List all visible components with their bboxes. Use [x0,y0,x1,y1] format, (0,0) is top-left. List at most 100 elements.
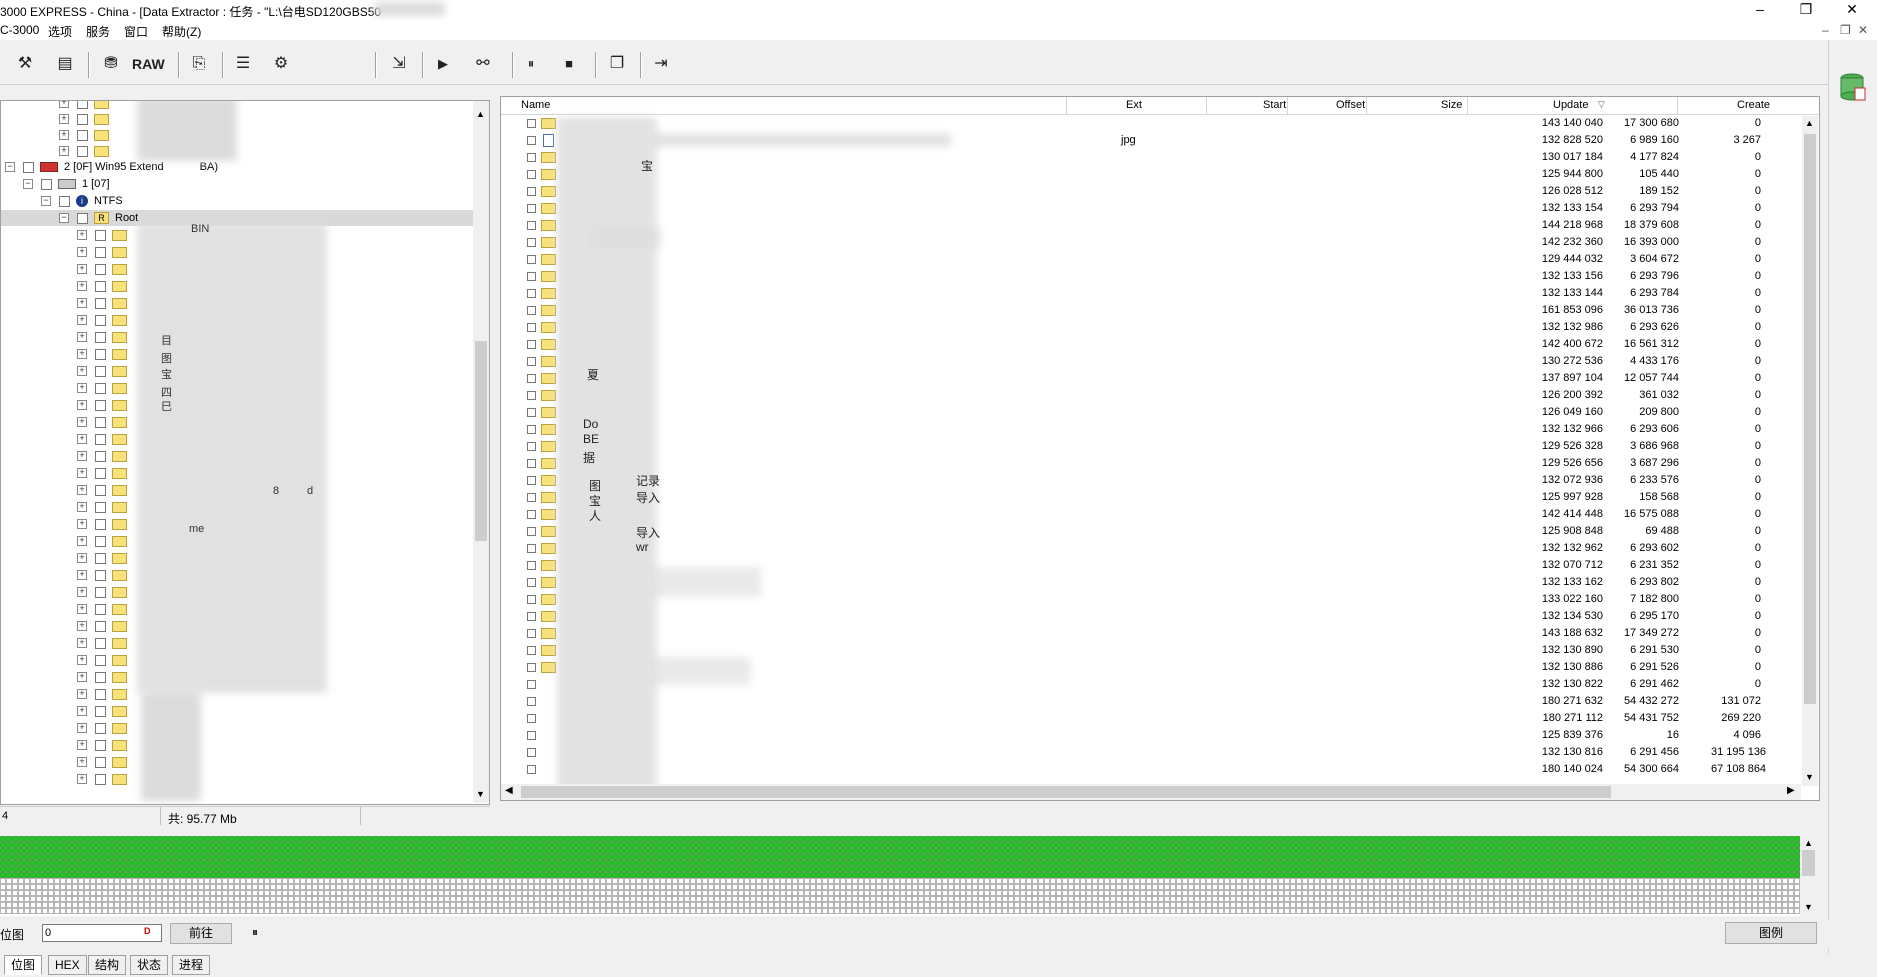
expand-icon[interactable]: + [59,146,69,157]
row-checkbox[interactable] [527,493,536,502]
table-row[interactable]: 132 130 816 6 291 456 31 195 136 05/01/1… [501,744,1801,761]
tree-node-folder[interactable]: + [77,737,133,753]
tree-node-folder[interactable]: + [77,618,133,634]
col-create[interactable]: Create [1737,99,1770,111]
table-row[interactable]: 126 028 512 189 152 0 06/10/20 13:24:25 … [501,183,1801,200]
tree-node-folder[interactable]: + [77,703,133,719]
play-icon[interactable]: ▶ [430,51,456,77]
expand-icon[interactable]: + [77,519,87,530]
scroll-up-icon[interactable]: ▲ [476,109,485,119]
mdi-restore-button[interactable]: ❐ [1840,23,1851,37]
row-checkbox[interactable] [527,459,536,468]
tree-node-partition[interactable]: −2 [0F] Win95 Extend BA) [5,159,218,175]
expand-icon[interactable]: + [77,468,87,479]
mdi-close-button[interactable]: ✕ [1858,23,1868,37]
tree-checkbox[interactable] [95,773,106,785]
legend-button[interactable]: 图例 [1725,922,1817,944]
tree-icon[interactable]: ⚯ [470,51,496,77]
table-row[interactable]: 129 444 032 3 604 672 0 16/08/20 21:58:0… [501,251,1801,268]
tree-node-folder[interactable]: + [77,295,133,311]
row-checkbox[interactable] [527,663,536,672]
menu-c3000[interactable]: C-3000 [0,23,39,37]
column-divider[interactable] [1366,97,1367,114]
expand-icon[interactable]: + [77,740,87,751]
table-row[interactable]: 180 271 112 54 431 752 269 220 05/01/18 … [501,710,1801,727]
row-checkbox[interactable] [527,136,536,145]
tree-checkbox[interactable] [95,688,106,700]
menu-window[interactable]: 窗口 [124,23,148,40]
windows-icon[interactable]: ❐ [604,51,630,77]
tree-node-folder[interactable]: + [77,482,133,498]
col-update[interactable]: Update [1553,99,1588,111]
table-row[interactable]: 130 017 184 4 177 824 0 06/10/20 13:41:4… [501,149,1801,166]
tree-node-folder[interactable]: + [77,601,133,617]
bitmap-scrollbar[interactable]: ▲ ▼ [1800,836,1817,916]
table-row[interactable]: 125 997 928 158 568 0 19/12/19 16:51:30 … [501,489,1801,506]
scroll-thumb[interactable] [521,786,1611,798]
go-button[interactable]: 前往 [170,923,232,944]
menu-service[interactable]: 服务 [86,23,110,40]
table-row[interactable]: 143 188 632 17 349 272 0 24/04/18 20:20:… [501,625,1801,642]
hex-toggle-icon[interactable]: D [144,926,151,936]
tree-checkbox[interactable] [77,145,88,157]
tree-checkbox[interactable] [77,129,88,141]
tree-checkbox[interactable] [95,671,106,683]
expand-icon[interactable]: + [77,621,87,632]
tree-node-folder[interactable]: + [77,584,133,600]
scroll-down-icon[interactable]: ▼ [1804,902,1813,912]
stop-icon[interactable]: ■ [556,51,582,77]
tree-node-folder[interactable]: + [77,635,133,651]
table-row[interactable]: 125 839 376 16 4 096 05/01/18 12:04:18 0… [501,727,1801,744]
tree-node-folder[interactable]: + [77,261,133,277]
tree-checkbox[interactable] [95,416,106,428]
col-offset[interactable]: Offset [1336,99,1365,111]
expand-icon[interactable]: + [77,587,87,598]
tree-node-folder[interactable]: + [77,244,133,260]
tree-node-folder[interactable]: + [59,111,115,127]
expand-icon[interactable]: + [77,315,87,326]
tree-checkbox[interactable] [95,569,106,581]
tree-checkbox[interactable] [95,399,106,411]
close-button[interactable]: ✕ [1829,0,1875,20]
scroll-left-icon[interactable]: ◀ [505,785,513,796]
table-row[interactable]: 142 232 360 16 393 000 0 25/09/20 21:58:… [501,234,1801,251]
row-checkbox[interactable] [527,153,536,162]
row-checkbox[interactable] [527,646,536,655]
collapse-icon[interactable]: − [5,162,15,173]
row-checkbox[interactable] [527,119,536,128]
network-icon[interactable]: ⚙ [268,51,294,77]
tree-checkbox[interactable] [95,263,106,275]
tree-node-folder[interactable]: + [59,127,115,143]
expand-icon[interactable]: + [77,298,87,309]
tree-node-folder[interactable]: + [77,278,133,294]
row-checkbox[interactable] [527,629,536,638]
table-row[interactable]: 132 133 156 6 293 796 0 06/08/20 19:12:3… [501,268,1801,285]
tree-node-folder[interactable]: + [77,465,133,481]
tree-checkbox[interactable] [95,586,106,598]
tree-checkbox[interactable] [95,331,106,343]
pause-icon[interactable]: ⏸ [518,51,544,77]
expand-icon[interactable]: + [77,247,87,258]
row-checkbox[interactable] [527,425,536,434]
tree-checkbox[interactable] [95,484,106,496]
table-row[interactable]: 132 132 962 6 293 602 0 02/11/19 03:44:3… [501,540,1801,557]
scroll-down-icon[interactable]: ▼ [1805,772,1814,782]
tree-checkbox[interactable] [41,178,52,190]
row-checkbox[interactable] [527,748,536,757]
expand-icon[interactable]: + [77,689,87,700]
tree-checkbox[interactable] [95,450,106,462]
table-row[interactable]: 144 218 968 18 379 608 0 29/09/20 19:50:… [501,217,1801,234]
column-divider[interactable] [1066,97,1067,114]
row-checkbox[interactable] [527,306,536,315]
row-checkbox[interactable] [527,561,536,570]
scroll-thumb[interactable] [1804,134,1816,704]
expand-icon[interactable]: + [77,570,87,581]
row-checkbox[interactable] [527,255,536,264]
table-row[interactable]: 132 134 530 6 295 170 0 12/10/18 19:22:5… [501,608,1801,625]
table-row[interactable]: 126 049 160 209 800 0 14/03/20 12:28:55 … [501,404,1801,421]
expand-icon[interactable]: + [77,553,87,564]
table-row[interactable]: 142 400 672 16 561 312 0 13/06/20 21:29:… [501,336,1801,353]
expand-icon[interactable]: + [77,281,87,292]
column-divider[interactable] [1467,97,1468,114]
tree-checkbox[interactable] [95,382,106,394]
